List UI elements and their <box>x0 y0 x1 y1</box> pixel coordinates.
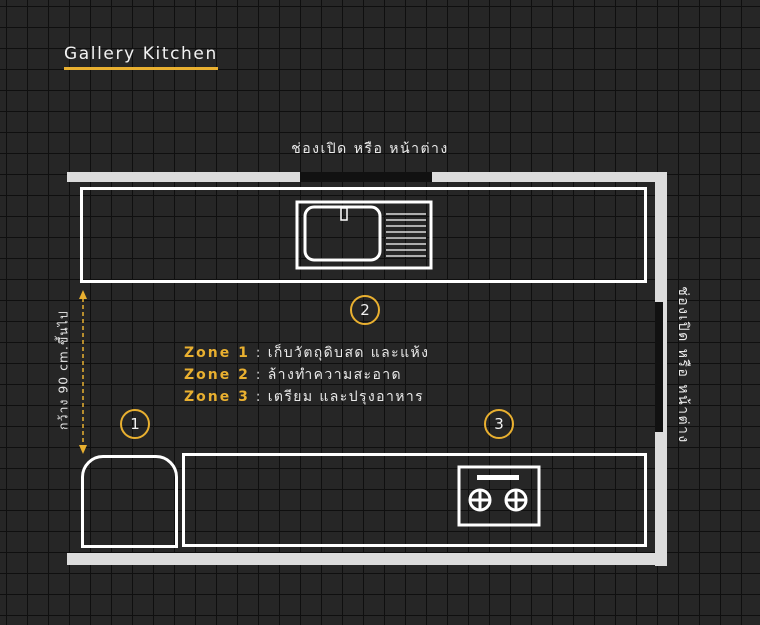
stove-icon <box>457 465 541 527</box>
dimension-arrow-icon <box>79 290 87 454</box>
floor-plan-fixtures <box>79 200 541 527</box>
sink-icon <box>295 200 433 270</box>
